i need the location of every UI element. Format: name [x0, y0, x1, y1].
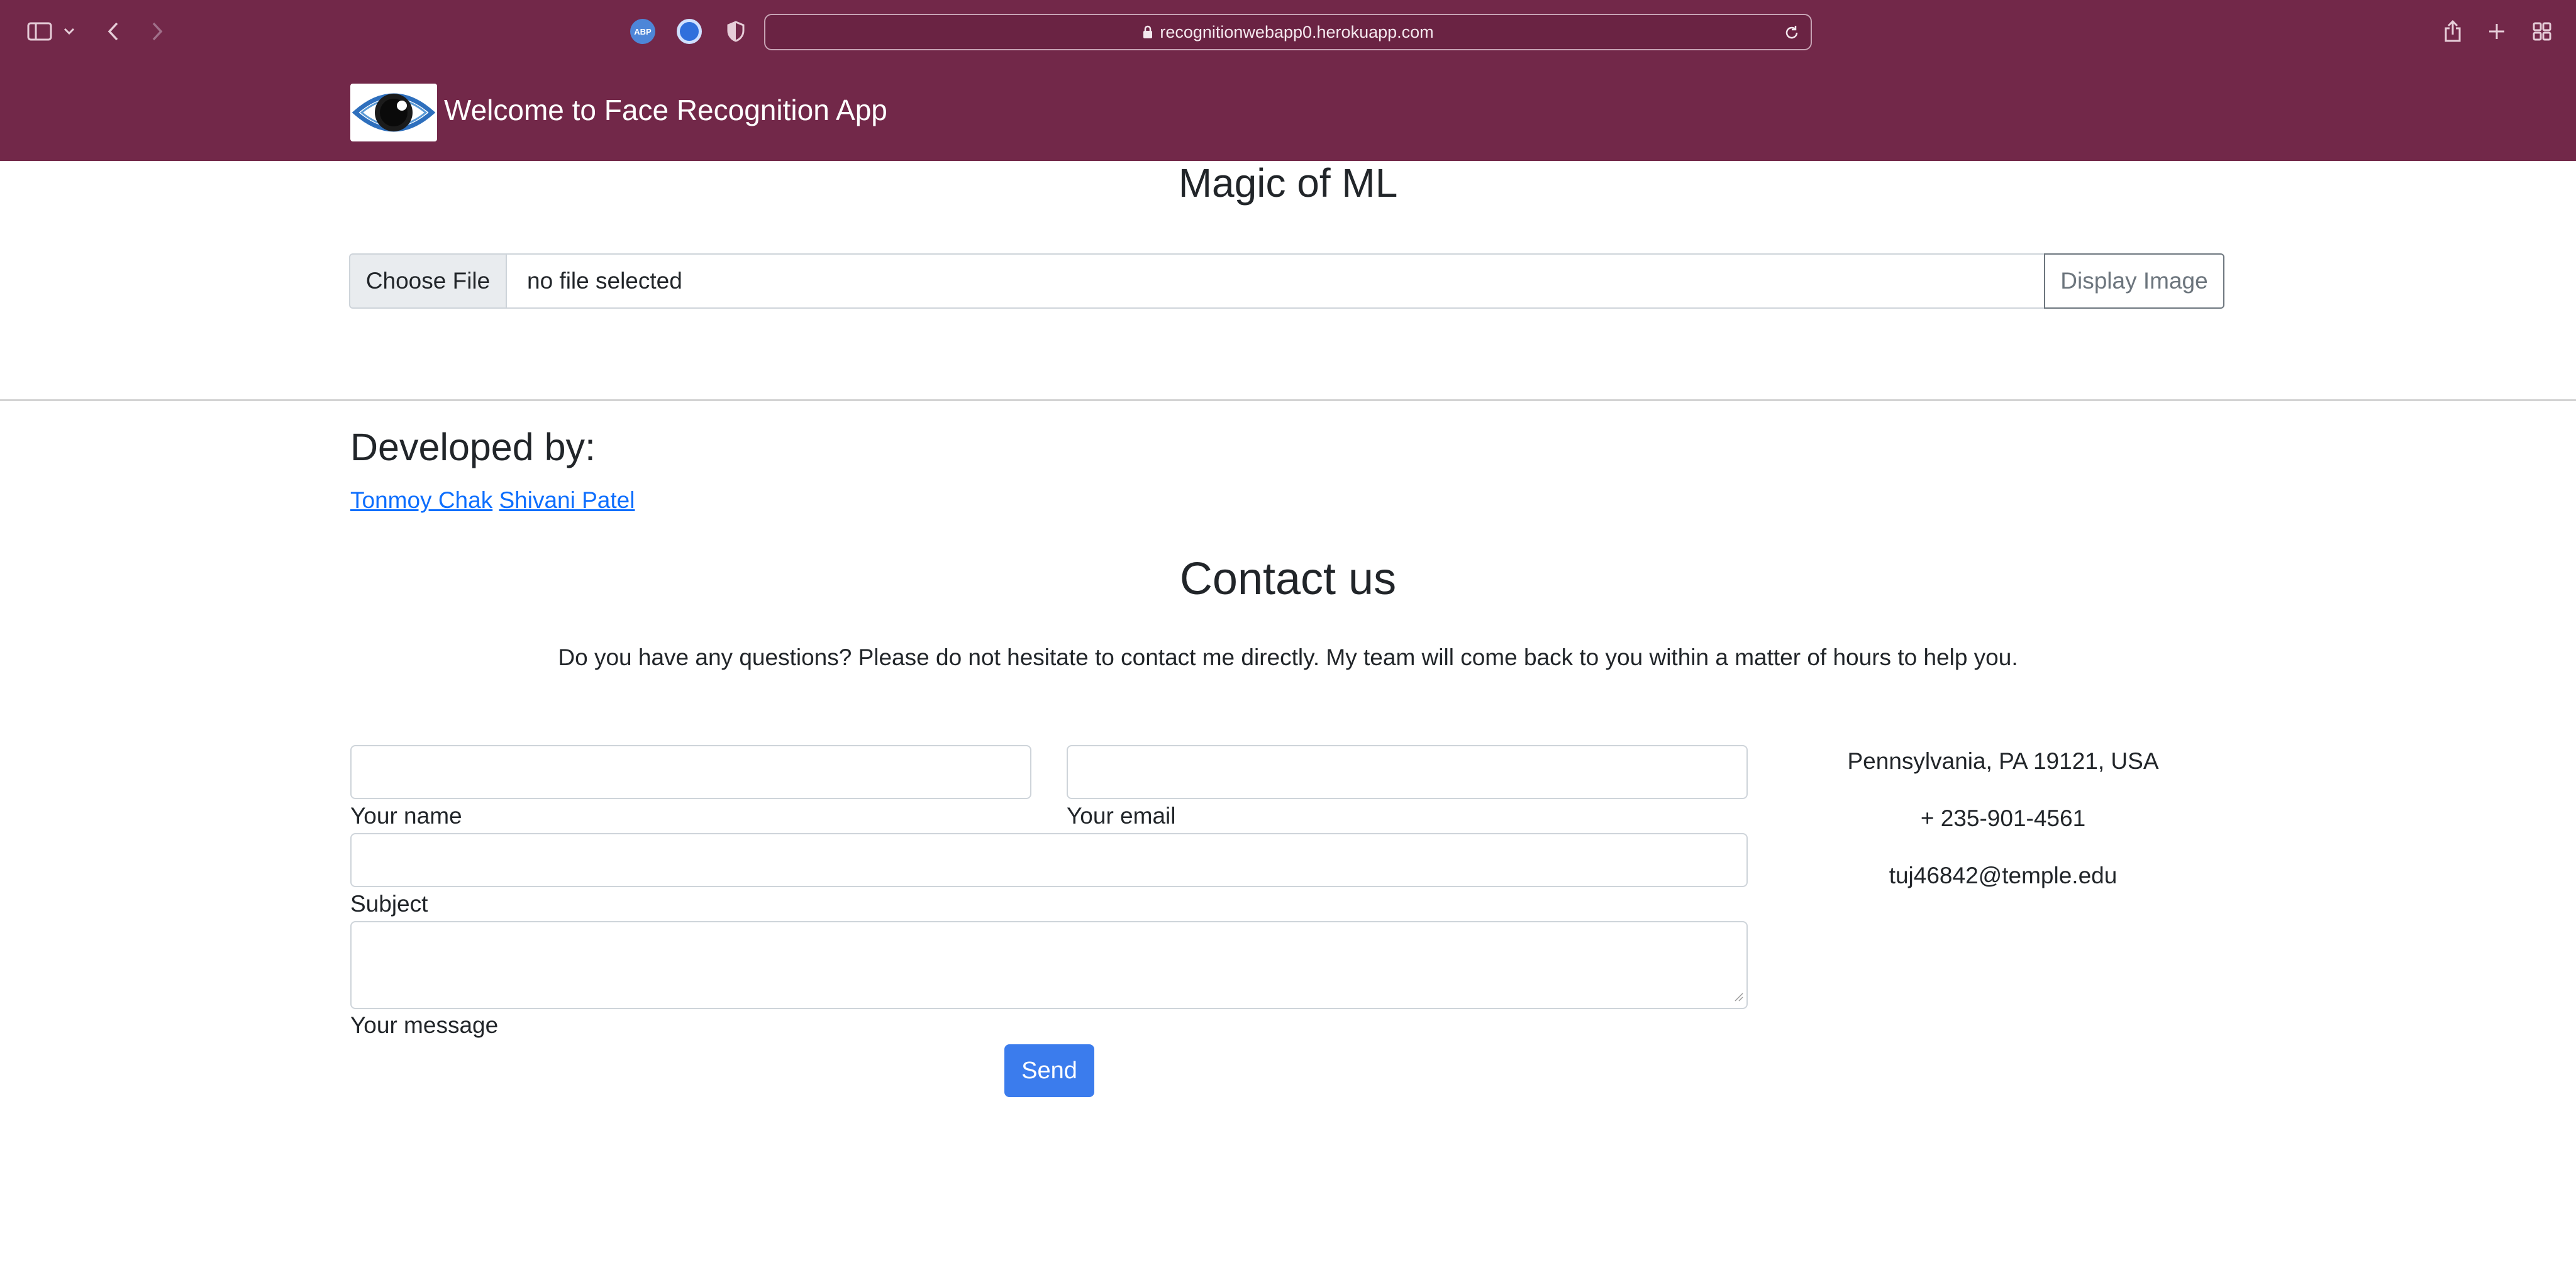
email-label: Your email: [1067, 803, 1176, 829]
file-status-text: no file selected: [507, 253, 2044, 309]
name-label: Your name: [350, 803, 462, 829]
upload-heading: Magic of ML: [1178, 160, 1398, 206]
url-text: recognitionwebapp0.herokuapp.com: [1160, 22, 1434, 41]
developer-link-shivani[interactable]: Shivani Patel: [499, 487, 635, 513]
brand-title[interactable]: Welcome to Face Recognition App: [444, 93, 887, 127]
forward-icon[interactable]: [146, 19, 169, 44]
subject-input[interactable]: [350, 833, 1748, 887]
back-icon[interactable]: [102, 19, 125, 44]
contact-email: tuj46842@temple.edu: [1889, 863, 2118, 888]
section-divider: [0, 399, 2576, 401]
eye-logo-icon[interactable]: [350, 84, 437, 141]
file-upload-group: Choose File no file selected Display Ima…: [349, 253, 2224, 309]
contact-heading: Contact us: [1179, 554, 1397, 604]
lock-icon: [1142, 25, 1153, 40]
share-icon[interactable]: [2439, 16, 2467, 47]
name-input[interactable]: [350, 745, 1031, 799]
contact-address: Pennsylvania, PA 19121, USA: [1847, 748, 2159, 774]
browser-toolbar: ABP recognitionwebapp0.herokuapp.com: [0, 0, 2576, 63]
extension-circle-icon[interactable]: [677, 19, 702, 44]
send-button[interactable]: Send: [1004, 1044, 1094, 1097]
sidebar-toggle-icon[interactable]: [24, 19, 55, 44]
adblock-extension-icon[interactable]: ABP: [630, 19, 655, 44]
choose-file-button[interactable]: Choose File: [349, 253, 507, 309]
developer-link-tonmoy[interactable]: Tonmoy Chak: [350, 487, 492, 513]
message-textarea[interactable]: [350, 921, 1748, 1009]
subject-label: Subject: [350, 891, 428, 917]
tab-overview-icon[interactable]: [2529, 19, 2555, 44]
new-tab-icon[interactable]: [2484, 19, 2509, 44]
display-image-button[interactable]: Display Image: [2044, 253, 2224, 309]
contact-subtitle: Do you have any questions? Please do not…: [558, 644, 2018, 670]
message-label: Your message: [350, 1012, 499, 1038]
email-input[interactable]: [1067, 745, 1748, 799]
privacy-shield-icon[interactable]: [724, 19, 747, 44]
resize-handle-icon[interactable]: [1734, 992, 1744, 1005]
developers-heading: Developed by:: [350, 426, 596, 468]
chevron-down-icon[interactable]: [60, 23, 78, 40]
address-bar[interactable]: recognitionwebapp0.herokuapp.com: [764, 14, 1812, 50]
reload-icon[interactable]: [1783, 24, 1801, 41]
contact-phone: + 235-901-4561: [1920, 805, 2086, 831]
developer-links: Tonmoy Chak Shivani Patel: [350, 487, 635, 514]
